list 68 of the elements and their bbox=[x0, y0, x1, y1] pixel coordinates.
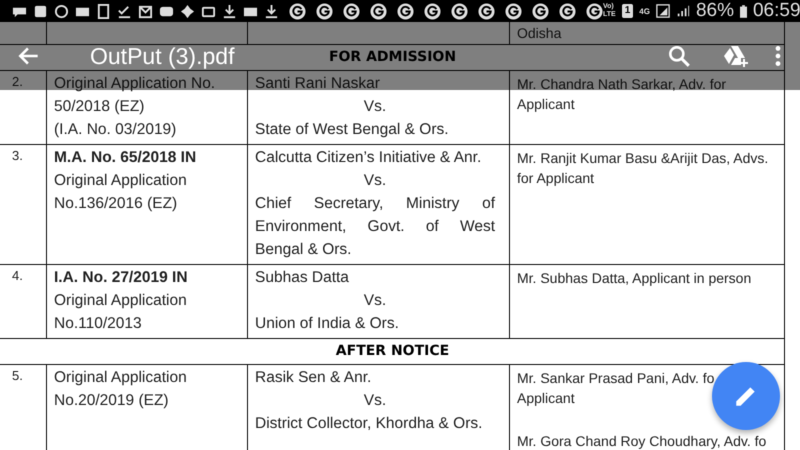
counsel-text: Mr. Sankar Prasad Pani, Adv. fo bbox=[517, 370, 714, 386]
counsel-text: for Applicant bbox=[517, 170, 594, 186]
section-heading: FOR ADMISSION bbox=[328, 49, 456, 65]
download-icon bbox=[264, 4, 279, 18]
drive-add-icon[interactable] bbox=[722, 43, 748, 69]
case-number-line: No.110/2013 bbox=[54, 314, 143, 334]
circle-logo-icon bbox=[505, 2, 522, 20]
signal-icon bbox=[656, 4, 670, 18]
circle-logo-icon bbox=[451, 2, 468, 20]
section-heading: AFTER NOTICE bbox=[336, 343, 450, 359]
circle-logo-icon bbox=[586, 2, 603, 20]
circle-logo-icon bbox=[316, 2, 333, 20]
search-icon[interactable] bbox=[666, 43, 692, 69]
document-icon bbox=[96, 4, 111, 18]
versus-label: Vs. bbox=[362, 291, 388, 311]
circle-logo-icon bbox=[559, 2, 576, 20]
respondent-name: Chief Secretary, Ministry of Environment, Govt. of West Bengal & Ors. bbox=[255, 194, 495, 260]
petitioner-name: Calcutta Citizen’s Initiative & Anr. bbox=[255, 148, 482, 168]
clock: 06:59 bbox=[752, 0, 800, 22]
more-options-icon[interactable] bbox=[774, 43, 782, 69]
respondent-name: District Collector, Khordha & Ors. bbox=[255, 414, 484, 434]
file-title: OutPut (3).pdf bbox=[90, 42, 234, 70]
petitioner-name: Santi Rani Naskar bbox=[255, 74, 381, 94]
counsel-text: Mr. Chandra Nath Sarkar, Adv. for bbox=[517, 76, 726, 92]
counsel-text: Mr. Subhas Datta, Applicant in person bbox=[517, 270, 752, 286]
serial-number: 4. bbox=[12, 268, 23, 283]
pinwheel-icon bbox=[180, 4, 195, 18]
case-number-line: 50/2018 (EZ) bbox=[54, 97, 146, 117]
case-number-line: Original Application No. bbox=[54, 74, 216, 94]
download-icon bbox=[222, 4, 237, 18]
sim-indicator: 1 bbox=[622, 4, 634, 18]
serial-number: 5. bbox=[12, 368, 23, 383]
counsel-text: Mr. Ranjit Kumar Basu &Arijit Das, Advs. bbox=[517, 150, 768, 166]
case-number-line: M.A. No. 65/2018 IN bbox=[54, 148, 198, 168]
circle-logo-icon bbox=[478, 2, 495, 20]
case-number-line: I.A. No. 27/2019 IN bbox=[54, 268, 189, 288]
petitioner-name: Rasik Sen & Anr. bbox=[255, 368, 372, 388]
serial-number: 2. bbox=[12, 74, 23, 89]
case-number-line: (I.A. No. 03/2019) bbox=[54, 120, 178, 140]
signal-bars-icon bbox=[676, 4, 690, 18]
case-number-line: Original Application bbox=[54, 291, 188, 311]
serial-number: 3. bbox=[12, 148, 23, 163]
check-icon bbox=[117, 4, 132, 18]
counsel-text: Odisha bbox=[517, 25, 562, 41]
battery-percentage: 86% bbox=[696, 0, 734, 22]
case-number-line: No.136/2016 (EZ) bbox=[54, 194, 178, 214]
versus-label: Vs. bbox=[362, 171, 388, 191]
circle-logo-icon bbox=[397, 2, 414, 20]
circle-logo-icon bbox=[532, 2, 549, 20]
versus-label: Vs. bbox=[362, 391, 388, 411]
network-type: 4G bbox=[639, 6, 650, 16]
circle-logo-icon bbox=[343, 2, 360, 20]
square-icon bbox=[33, 4, 48, 18]
versus-label: Vs. bbox=[362, 97, 388, 117]
counsel-text: Mr. Gora Chand Roy Choudhary, Adv. fo bbox=[517, 433, 766, 449]
respondent-name: Union of India & Ors. bbox=[255, 314, 400, 334]
circle-logo-icon bbox=[289, 2, 306, 20]
circle-logo-icon bbox=[424, 2, 441, 20]
counsel-text: Applicant bbox=[517, 390, 575, 406]
respondent-name: State of West Bengal & Ors. bbox=[255, 120, 450, 140]
battery-icon bbox=[740, 4, 747, 18]
case-number-line: Original Application bbox=[54, 368, 188, 388]
case-number-line: Original Application bbox=[54, 171, 188, 191]
counsel-text: Applicant bbox=[517, 96, 575, 112]
case-number-line: No.20/2019 (EZ) bbox=[54, 391, 170, 411]
circle-logo-icon bbox=[370, 2, 387, 20]
petitioner-name: Subhas Datta bbox=[255, 268, 350, 288]
mail-icon bbox=[138, 4, 153, 18]
